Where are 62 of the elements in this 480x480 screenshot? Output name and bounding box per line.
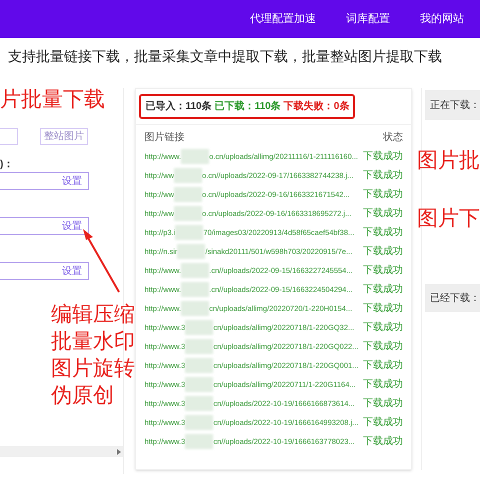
status-cell-text: 下载成功 <box>363 378 403 392</box>
status-cell-text: 下载成功 <box>363 168 403 183</box>
status-cell-text: 下载成功 <box>363 226 403 240</box>
status-cell-text: 下载成功 <box>363 264 403 278</box>
redaction-blur <box>181 263 210 278</box>
field-label: )： <box>0 159 14 170</box>
settings-button[interactable]: 设置 <box>62 174 82 188</box>
status-cell-text: 下载成功 <box>363 188 403 202</box>
status-cell-text: 下载成功 <box>363 434 403 449</box>
column-header: 图片链接 <box>144 130 184 145</box>
scroll-right-icon[interactable] <box>117 448 122 454</box>
redaction-blur <box>185 358 214 373</box>
redaction-blur <box>177 244 206 259</box>
redaction-blur <box>174 206 202 221</box>
redaction-blur <box>185 339 214 354</box>
input-field[interactable]: 设置 <box>0 217 89 235</box>
input-field[interactable]: 设置 <box>0 262 89 280</box>
downloading-label: 正在下载： <box>430 98 480 112</box>
column-header: 状态 <box>383 130 403 145</box>
annotation-text: 图片下 <box>417 206 480 232</box>
annotation-text: 伪原创 <box>51 383 115 409</box>
redaction-blur <box>185 396 214 411</box>
redaction-blur <box>174 187 202 202</box>
redaction-blur <box>185 415 214 430</box>
status-cell-text: 下载成功 <box>363 320 403 335</box>
status-cell-text: 下载成功 <box>363 302 403 316</box>
status-cell-text: 下载成功 <box>363 206 403 221</box>
redaction-blur <box>174 168 202 183</box>
failed-count: 下载失败：0条 <box>284 100 350 114</box>
redaction-blur <box>185 377 214 392</box>
settings-button[interactable]: 设置 <box>62 218 82 234</box>
status-cell-text: 下载成功 <box>363 396 403 411</box>
status-cell-text: 下载成功 <box>363 340 403 354</box>
tab-button[interactable]: 整站图片 <box>40 128 88 145</box>
annotation-heading: 片批量下载 <box>0 87 105 113</box>
arrow-annotation-drawing <box>83 229 120 292</box>
status-cell-text: 下载成功 <box>363 282 403 297</box>
redaction-blur <box>185 434 214 449</box>
redaction-blur <box>181 149 210 164</box>
scrollbar[interactable] <box>0 446 124 457</box>
nav-link[interactable]: 词库配置 <box>336 6 400 32</box>
status-cell-text: 下载成功 <box>363 150 403 164</box>
input-field[interactable]: 设置 <box>0 172 89 190</box>
downloaded-count: 已下载：110条 <box>214 100 281 114</box>
redaction-blur <box>185 320 214 335</box>
annotation-text: 编辑压缩 <box>51 302 135 328</box>
annotation-text: 图片批 <box>417 148 480 174</box>
redaction-blur <box>181 282 210 297</box>
downloaded-label: 已经下载： <box>430 292 480 306</box>
annotation-text: 批量水印 <box>51 329 135 355</box>
status-cell-text: 下载成功 <box>363 416 403 430</box>
imported-count: 已导入：110条 <box>145 100 212 114</box>
nav-link[interactable]: 我的网站 <box>410 6 474 32</box>
status-cell-text: 下载成功 <box>363 358 403 373</box>
tab-button[interactable] <box>0 128 18 145</box>
redaction-blur <box>181 301 210 316</box>
nav-link[interactable]: 代理配置加速 <box>240 6 326 32</box>
subtitle-text: 支持批量链接下载，批量采集文章中提取下载，批量整站图片提取下载 <box>8 46 442 66</box>
settings-button[interactable]: 设置 <box>62 264 82 278</box>
status-cell-text: 下载成功 <box>363 244 403 259</box>
redaction-blur <box>175 225 204 240</box>
annotation-text: 图片旋转 <box>51 356 135 382</box>
